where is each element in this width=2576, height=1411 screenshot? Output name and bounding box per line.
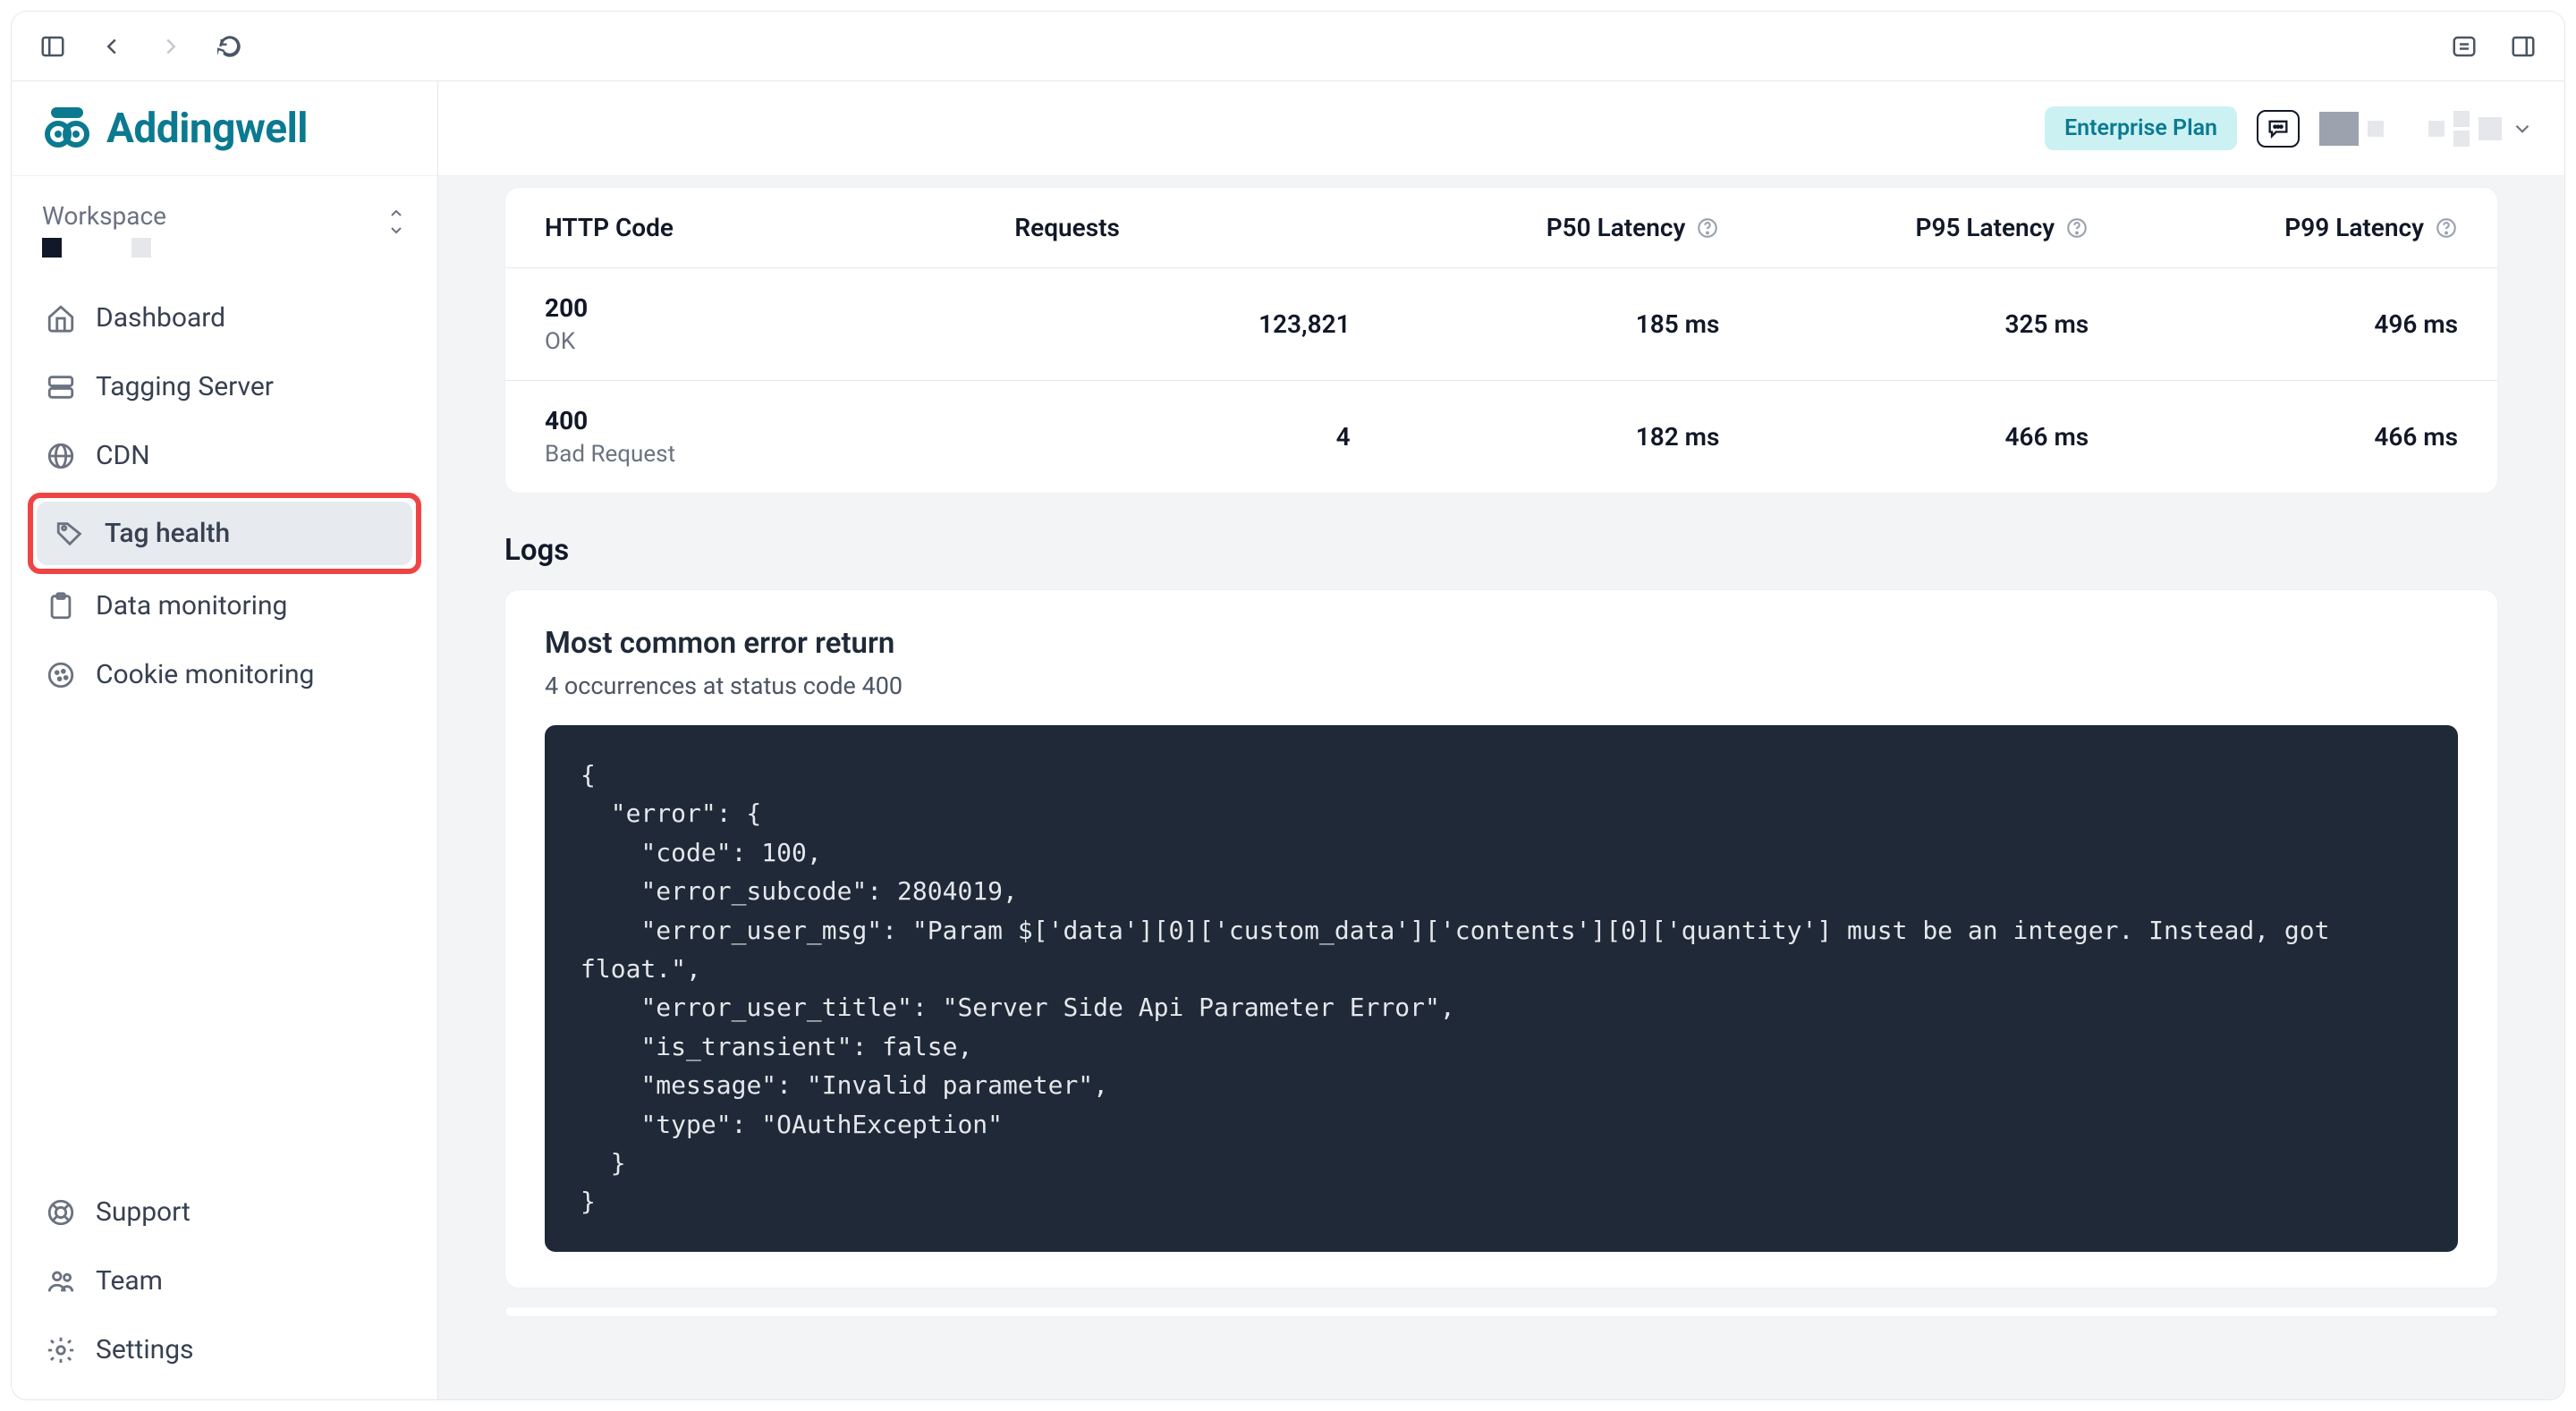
help-icon[interactable] bbox=[2435, 216, 2458, 240]
th-requests: Requests bbox=[1014, 213, 1350, 242]
sidebar-toggle-icon[interactable] bbox=[35, 29, 71, 64]
table-header-row: HTTP Code Requests P50 Latency P95 Laten… bbox=[505, 188, 2497, 267]
help-icon[interactable] bbox=[2065, 216, 2089, 240]
nav-data-monitoring[interactable]: Data monitoring bbox=[28, 574, 421, 638]
th-http-code: HTTP Code bbox=[545, 213, 1014, 242]
nav-support[interactable]: Support bbox=[28, 1180, 421, 1244]
logs-subtitle: 4 occurrences at status code 400 bbox=[545, 672, 2458, 700]
browser-toolbar bbox=[12, 12, 2564, 81]
workspace-label: Workspace bbox=[42, 201, 377, 231]
table-row: 200 OK 123,821 185 ms 325 ms 496 ms bbox=[505, 267, 2497, 380]
forward-icon bbox=[153, 29, 189, 64]
clipboard-icon bbox=[46, 591, 76, 621]
nav-label: CDN bbox=[96, 440, 150, 471]
workspace-selector[interactable]: Workspace bbox=[12, 176, 437, 274]
cell-http-code: 400 Bad Request bbox=[545, 406, 1014, 468]
home-icon bbox=[46, 303, 76, 334]
cell-p95: 325 ms bbox=[1719, 309, 2089, 339]
tag-icon bbox=[55, 519, 85, 549]
help-icon bbox=[46, 1197, 76, 1228]
server-icon bbox=[46, 372, 76, 402]
nav-label: Team bbox=[96, 1265, 163, 1297]
cell-p50: 185 ms bbox=[1351, 309, 1720, 339]
cell-p99: 496 ms bbox=[2089, 309, 2458, 339]
sidebar: Addingwell Workspace Dashboard bbox=[12, 81, 438, 1399]
th-p95: P95 Latency bbox=[1719, 213, 2089, 242]
cell-p95: 466 ms bbox=[1719, 422, 2089, 452]
cell-p50: 182 ms bbox=[1351, 422, 1720, 452]
plan-badge[interactable]: Enterprise Plan bbox=[2045, 106, 2237, 150]
cell-requests: 123,821 bbox=[1014, 309, 1350, 339]
settings-box-icon[interactable] bbox=[2446, 29, 2482, 64]
nav-secondary: Support Team Settings bbox=[12, 1168, 437, 1399]
nav-label: Cookie monitoring bbox=[96, 659, 314, 690]
nav-label: Support bbox=[96, 1196, 191, 1228]
help-icon[interactable] bbox=[1696, 216, 1719, 240]
gear-icon bbox=[46, 1335, 76, 1365]
chevron-down-icon bbox=[2511, 117, 2534, 140]
nav-label: Dashboard bbox=[96, 302, 225, 334]
globe-icon bbox=[46, 441, 76, 471]
nav-dashboard[interactable]: Dashboard bbox=[28, 286, 421, 350]
cell-requests: 4 bbox=[1014, 422, 1350, 452]
nav-label: Tagging Server bbox=[96, 371, 274, 402]
workspace-name bbox=[42, 238, 377, 258]
th-p99: P99 Latency bbox=[2089, 213, 2458, 242]
logs-card: Most common error return 4 occurrences a… bbox=[504, 589, 2498, 1288]
cell-http-code: 200 OK bbox=[545, 293, 1014, 355]
nav-tagging-server[interactable]: Tagging Server bbox=[28, 355, 421, 418]
nav-label: Tag health bbox=[105, 518, 230, 549]
main-header: Enterprise Plan bbox=[438, 81, 2564, 176]
users-icon bbox=[46, 1266, 76, 1297]
nav-team[interactable]: Team bbox=[28, 1249, 421, 1313]
panel-right-icon[interactable] bbox=[2505, 29, 2541, 64]
cell-p99: 466 ms bbox=[2089, 422, 2458, 452]
user-menu[interactable] bbox=[2319, 111, 2534, 147]
brand-name: Addingwell bbox=[106, 105, 308, 153]
logs-section-title: Logs bbox=[504, 533, 2498, 568]
logs-card-title: Most common error return bbox=[545, 626, 2458, 661]
nav-settings[interactable]: Settings bbox=[28, 1318, 421, 1381]
status-table: HTTP Code Requests P50 Latency P95 Laten… bbox=[504, 187, 2498, 494]
nav-cookie-monitoring[interactable]: Cookie monitoring bbox=[28, 643, 421, 706]
next-card-peek bbox=[504, 1306, 2498, 1317]
error-code-block[interactable]: { "error": { "code": 100, "error_subcode… bbox=[545, 725, 2458, 1252]
table-row: 400 Bad Request 4 182 ms 466 ms 466 ms bbox=[505, 380, 2497, 493]
chat-button[interactable] bbox=[2257, 110, 2300, 148]
brand[interactable]: Addingwell bbox=[12, 81, 437, 176]
highlight-annotation: Tag health bbox=[28, 493, 421, 574]
refresh-icon[interactable] bbox=[212, 29, 248, 64]
content-scroll[interactable]: HTTP Code Requests P50 Latency P95 Laten… bbox=[438, 176, 2564, 1399]
nav-cdn[interactable]: CDN bbox=[28, 424, 421, 487]
nav-main: Dashboard Tagging Server CDN Tag health bbox=[12, 274, 437, 724]
nav-tag-health[interactable]: Tag health bbox=[37, 502, 412, 565]
back-icon[interactable] bbox=[94, 29, 130, 64]
cookie-icon bbox=[46, 660, 76, 690]
nav-label: Settings bbox=[96, 1334, 194, 1365]
brand-logo-icon bbox=[42, 104, 92, 154]
nav-label: Data monitoring bbox=[96, 590, 287, 621]
chevrons-updown-icon bbox=[386, 201, 407, 237]
th-p50: P50 Latency bbox=[1351, 213, 1720, 242]
